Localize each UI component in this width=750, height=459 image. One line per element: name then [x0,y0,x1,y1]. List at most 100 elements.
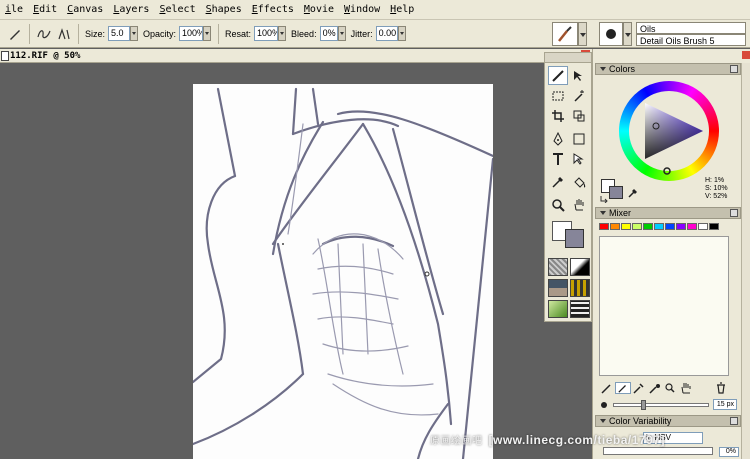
mixer-swatch[interactable] [632,223,642,230]
paint-bucket-tool[interactable] [569,172,589,191]
grabber-hand-tool[interactable] [569,195,589,214]
panel-menu-icon[interactable] [730,209,738,217]
collapse-triangle-icon[interactable] [600,67,606,71]
colors-panel-header[interactable]: Colors [595,63,741,75]
layer-adjuster-tool[interactable] [569,66,589,85]
drawing-canvas[interactable] [193,84,493,459]
mixer-swatch[interactable] [654,223,664,230]
rectangular-selection-tool[interactable] [548,86,568,105]
menu-window[interactable]: Window [339,0,385,20]
brush-size-dot-icon [601,402,607,408]
opacity-field[interactable]: 100% [179,26,204,41]
brush-category-icon[interactable] [552,22,578,46]
variability-value[interactable]: 0% [719,447,739,457]
mixer-panel-header[interactable]: Mixer [595,207,741,219]
bleed-dropdown-arrow[interactable] [337,26,346,41]
dropper-tool[interactable] [548,172,568,191]
brush-variant-dropdown-arrow[interactable] [623,22,632,46]
mixer-pan-icon[interactable] [679,382,695,394]
jitter-dropdown-arrow[interactable] [397,26,406,41]
variability-slider-track[interactable] [603,447,713,455]
resat-dropdown-arrow[interactable] [278,26,287,41]
mixer-zoom-icon[interactable] [663,382,679,394]
mixer-sample-multiple-icon[interactable] [647,382,663,394]
menu-select[interactable]: Select [154,0,200,20]
mixer-swatch[interactable] [643,223,653,230]
magic-wand-tool[interactable] [569,86,589,105]
size-dropdown-arrow[interactable] [130,26,139,41]
nozzle-library-icon[interactable] [570,300,590,318]
menu-shapes[interactable]: Shapes [201,0,247,20]
text-tool[interactable] [548,149,568,168]
panel-menu-icon[interactable] [730,65,738,73]
mixer-dirty-brush-icon[interactable] [599,382,615,394]
brush-size-value[interactable]: 15 px [713,399,737,410]
mixer-brush-size-slider[interactable]: 15 px [599,399,739,411]
menu-layers[interactable]: Layers [108,0,154,20]
color-wheel[interactable] [619,81,719,181]
mixer-swatch[interactable] [709,223,719,230]
shape-selection-tool[interactable] [569,149,589,168]
mixer-swatch[interactable] [610,223,620,230]
jitter-label: Jitter: [350,28,373,39]
transform-tool[interactable] [569,106,589,125]
colors-panel-title: Colors [609,64,636,74]
menu-movie[interactable]: Movie [299,0,339,20]
color-variability-panel-header[interactable]: Color Variability [595,415,741,427]
dropper-icon[interactable] [627,187,639,199]
toolbox-header[interactable] [545,53,591,63]
mixer-swatch[interactable] [698,223,708,230]
weave-library-icon[interactable] [570,279,590,297]
panel-menu-icon[interactable] [730,417,738,425]
bleed-field[interactable]: 0% [319,26,338,41]
mixer-clear-trash-icon[interactable] [713,382,729,394]
menu-edit[interactable]: Edit [28,0,62,20]
crop-tool[interactable] [548,106,568,125]
saturation-value: S: 10% [705,185,728,192]
menu-effects[interactable]: Effects [247,0,299,20]
palette-scrollbar[interactable] [741,63,750,459]
mixer-swatch[interactable] [621,223,631,230]
pen-tool[interactable] [548,129,568,148]
mixer-swatch[interactable] [676,223,686,230]
pattern-library-icon[interactable] [548,279,568,297]
toolbox-color-swatches [552,221,588,251]
mixer-swatch[interactable] [665,223,675,230]
brush-tool[interactable] [548,66,568,85]
brush-size-track[interactable] [613,403,709,407]
resat-field[interactable]: 100% [254,26,279,41]
magnifier-tool[interactable] [548,195,568,214]
mixer-sample-color-icon[interactable] [631,382,647,394]
menu-bar: ile Edit Canvas Layers Select Shapes Eff… [0,0,750,20]
saturation-value-triangle[interactable] [619,81,719,181]
mixer-pad[interactable] [599,236,729,376]
straight-line-stroke-icon[interactable] [55,25,73,43]
swap-colors-icon[interactable] [599,195,609,203]
brush-variant-dab-icon[interactable] [599,22,623,46]
paper-library-icon[interactable] [548,258,568,276]
menu-help[interactable]: Help [385,0,419,20]
colors-additional-swatch[interactable] [609,186,623,199]
mixer-swatch[interactable] [599,223,609,230]
jitter-field[interactable]: 0.00 [375,26,398,41]
brush-variant-name[interactable]: Detail Oils Brush 5 [636,34,746,46]
brush-category-name[interactable]: Oils [636,22,746,34]
mixer-swatch[interactable] [687,223,697,230]
collapse-triangle-icon[interactable] [600,211,606,215]
size-field[interactable]: 5.0 [108,26,131,41]
mixer-apply-color-icon[interactable] [615,382,631,394]
menu-canvas[interactable]: Canvas [62,0,108,20]
value-value: V: 52% [705,193,728,200]
rectangle-shape-tool[interactable] [569,129,589,148]
collapse-triangle-icon[interactable] [600,419,606,423]
close-icon[interactable] [742,51,750,59]
brush-category-dropdown-arrow[interactable] [578,22,587,46]
freehand-stroke-icon[interactable] [35,25,53,43]
opacity-dropdown-arrow[interactable] [203,26,212,41]
brush-size-thumb[interactable] [640,400,646,410]
gradient-library-icon[interactable] [570,258,590,276]
look-library-icon[interactable] [548,300,568,318]
brush-tool-icon[interactable] [6,25,24,43]
menu-file[interactable]: ile [0,0,28,20]
additional-color-swatch[interactable] [565,229,584,248]
